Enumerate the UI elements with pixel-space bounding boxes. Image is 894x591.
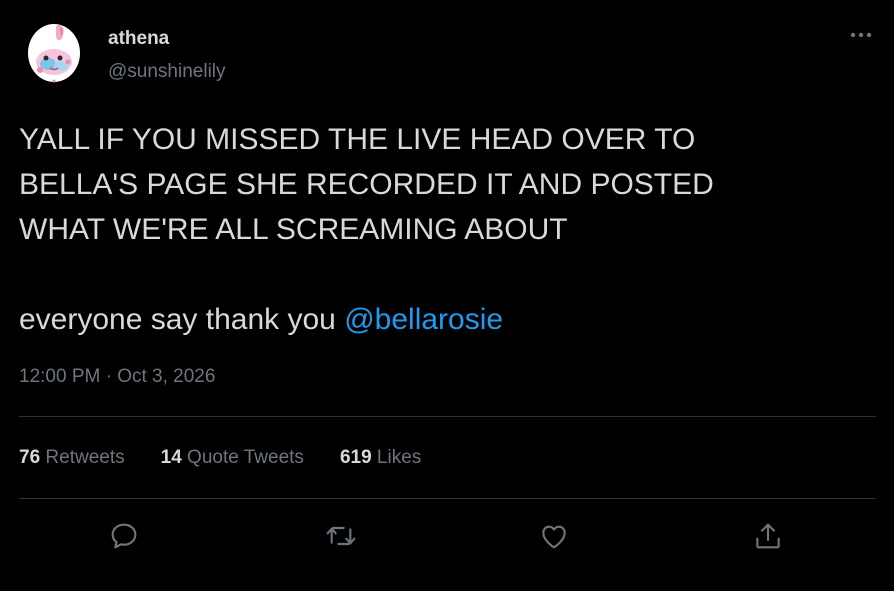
tweet-timestamp[interactable]: 12:00 PM · Oct 3, 2026 [19, 365, 215, 389]
retweets-stat[interactable]: 76 Retweets [19, 446, 125, 470]
tweet-detail: athena @sunshinelily YALL IF YOU MISSED … [0, 0, 894, 591]
share-button[interactable] [748, 516, 788, 556]
likes-stat[interactable]: 619 Likes [340, 446, 421, 470]
retweets-count: 76 [19, 447, 41, 468]
quote-tweets-stat[interactable]: 14 Quote Tweets [161, 446, 304, 470]
likes-label: Likes [376, 447, 422, 468]
divider [19, 498, 876, 499]
mention-link[interactable]: @bellarosie [344, 303, 503, 336]
retweet-icon [326, 526, 356, 546]
more-options-button[interactable] [846, 20, 876, 50]
share-icon [756, 523, 780, 549]
avatar[interactable] [26, 22, 82, 84]
avatar-image [28, 24, 80, 83]
tweet-text-mention-line: everyone say thank you @bellarosie [19, 297, 869, 342]
like-icon [542, 525, 566, 549]
tweet-text-prefix: everyone say thank you [19, 303, 345, 336]
reply-button[interactable] [104, 516, 144, 556]
user-handle[interactable]: @sunshinelily [108, 60, 226, 84]
more-icon [850, 32, 872, 38]
quote-tweets-count: 14 [160, 447, 182, 468]
display-name[interactable]: athena [108, 27, 169, 51]
divider [19, 416, 876, 417]
tweet-stats: 76 Retweets 14 Quote Tweets 619 Likes [19, 446, 457, 470]
retweets-label: Retweets [45, 447, 125, 468]
reply-icon [111, 523, 137, 549]
like-button[interactable] [534, 516, 574, 556]
tweet-text: YALL IF YOU MISSED THE LIVE HEAD OVER TO… [19, 123, 714, 246]
retweet-button[interactable] [321, 516, 361, 556]
quote-tweets-label: Quote Tweets [187, 447, 304, 468]
likes-count: 619 [339, 447, 372, 468]
